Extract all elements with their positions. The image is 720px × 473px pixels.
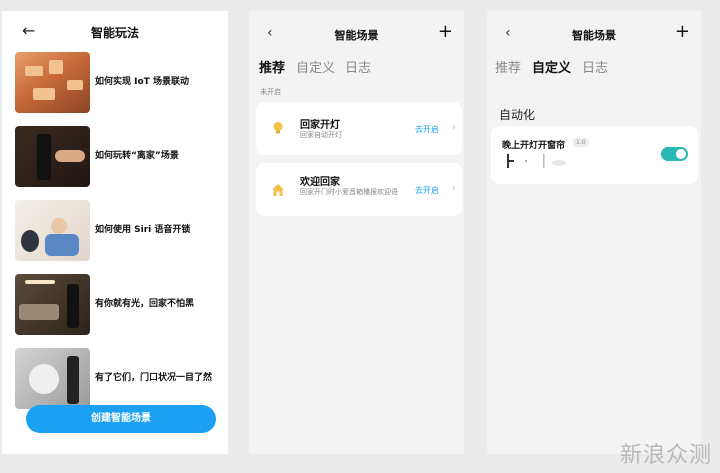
page-title: 智能场景 — [572, 29, 616, 42]
toggle-knob — [676, 149, 686, 159]
automation-name: 晚上开灯开窗帘 — [502, 141, 566, 151]
home-icon — [272, 184, 284, 196]
guide-item-iot[interactable]: 如何实现 IoT 场景联动 — [2, 52, 228, 114]
guide-label: 有你就有光，回家不怕黑 — [95, 299, 195, 309]
scene-desc: 回家开门时小爱音箱播报欢迎语 — [300, 188, 398, 196]
scene-name: 回家开灯 — [300, 120, 340, 131]
guide-label: 如何使用 Siri 语音开锁 — [95, 225, 191, 235]
guide-item-door[interactable]: 有了它们，门口状况一目了然 — [2, 348, 228, 410]
guide-label: 有了它们，门口状况一目了然 — [95, 373, 213, 383]
header: ← 智能玩法 — [2, 11, 228, 51]
guide-thumbnail — [15, 126, 90, 187]
page-title: 智能玩法 — [90, 26, 139, 40]
enable-link[interactable]: 去开启 — [415, 124, 439, 135]
guide-item-away[interactable]: 如何玩转“离家”场景 — [2, 126, 228, 188]
guide-thumbnail — [15, 52, 90, 113]
add-icon[interactable]: + — [675, 23, 690, 41]
enable-link[interactable]: 去开启 — [415, 185, 439, 196]
watermark: 新浪众测 — [619, 443, 712, 468]
section-label: 自动化 — [499, 108, 536, 122]
automation-toggle[interactable] — [661, 147, 688, 161]
guide-label: 如何实现 IoT 场景联动 — [95, 77, 189, 87]
tab-recommend[interactable]: 推荐 — [495, 57, 521, 76]
guide-thumbnail — [15, 200, 90, 261]
chevron-right-icon: › — [452, 122, 456, 133]
page-title: 智能场景 — [334, 29, 379, 42]
scene-name: 欢迎回家 — [300, 177, 340, 188]
add-icon[interactable]: + — [438, 23, 453, 41]
tab-custom[interactable]: 自定义 — [532, 57, 571, 76]
create-scene-button[interactable]: 创建智能场景 — [26, 405, 216, 433]
tab-log[interactable]: 日志 — [345, 57, 371, 76]
scene-card-welcome[interactable]: 欢迎回家 回家开门时小爱音箱播报欢迎语 去开启 › — [256, 163, 462, 216]
section-label: 未开启 — [260, 88, 281, 96]
scenes-custom-screen: ‹ 智能场景 + 推荐 自定义 日志 自动化 晚上开灯开窗帘 1.0 — [487, 11, 701, 454]
guide-thumbnail — [15, 274, 90, 335]
guide-thumbnail — [15, 348, 90, 409]
guide-label: 如何玩转“离家”场景 — [95, 151, 179, 161]
automation-card[interactable]: 晚上开灯开窗帘 1.0 — [491, 126, 698, 184]
scene-card-lights[interactable]: 回家开灯 回家自动开灯 去开启 › — [256, 102, 462, 155]
scenes-recommend-screen: ‹ 智能场景 + 推荐 自定义 日志 未开启 回家开灯 回家自动开灯 去开启 ›… — [249, 11, 464, 454]
chevron-right-icon: › — [452, 183, 456, 194]
smart-guide-screen: ← 智能玩法 如何实现 IoT 场景联动 如何玩转“离家”场景 如何使用 Sir… — [2, 11, 228, 454]
device-icons — [507, 154, 566, 168]
bulb-icon — [273, 122, 283, 134]
guide-item-siri[interactable]: 如何使用 Siri 语音开锁 — [2, 200, 228, 262]
version-badge: 1.0 — [573, 138, 589, 147]
guide-item-light[interactable]: 有你就有光，回家不怕黑 — [2, 274, 228, 336]
tab-log[interactable]: 日志 — [582, 57, 608, 76]
scene-desc: 回家自动开灯 — [300, 131, 342, 139]
tab-recommend[interactable]: 推荐 — [259, 57, 285, 76]
tab-custom[interactable]: 自定义 — [296, 57, 335, 76]
